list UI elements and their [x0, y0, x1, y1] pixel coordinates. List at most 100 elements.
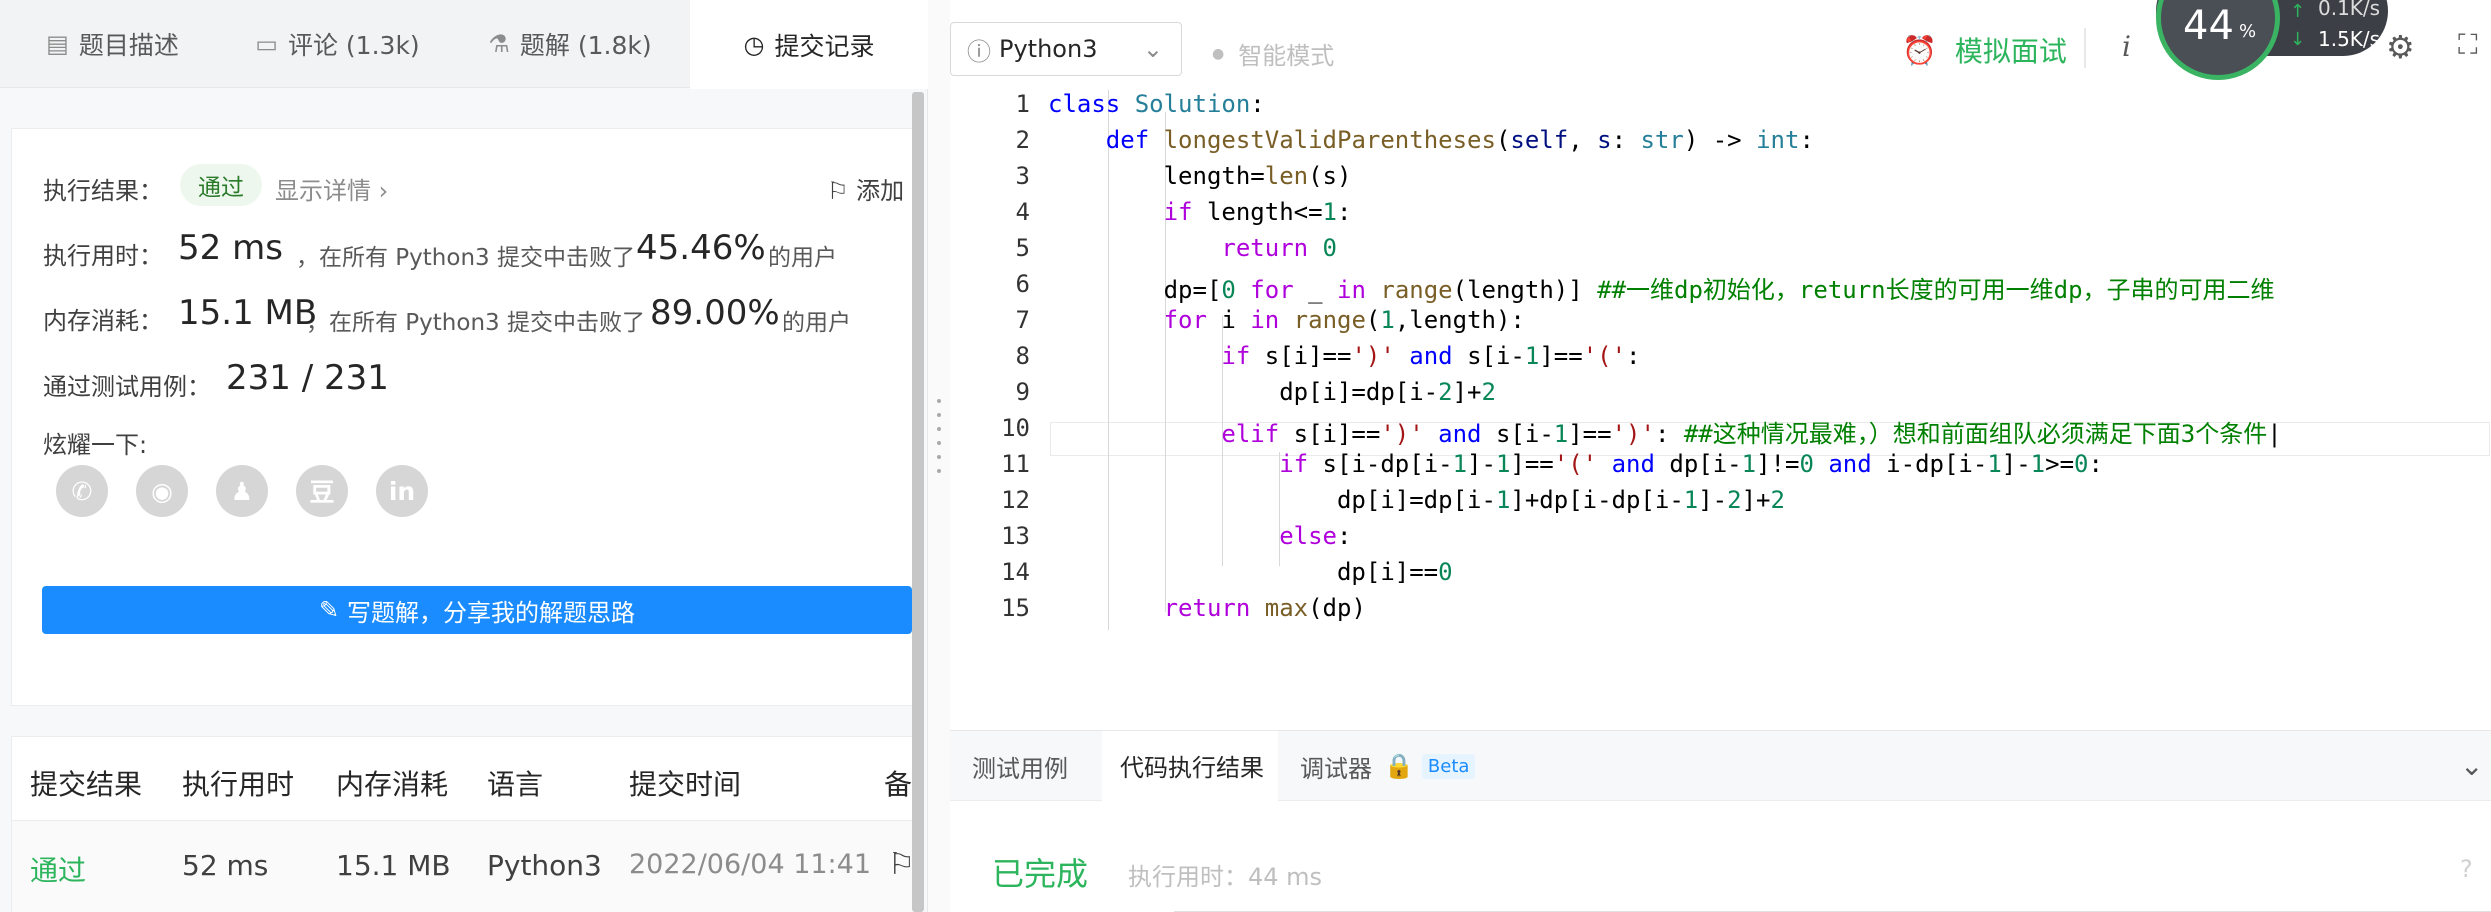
- line-number: 1: [1015, 90, 1030, 118]
- panel-splitter[interactable]: [928, 0, 950, 912]
- memory-value: 15.1 MB: [178, 293, 318, 333]
- alarm-clock-icon: ⏰: [1902, 33, 1937, 67]
- drag-handle-icon: [937, 399, 941, 473]
- row-result[interactable]: 通过: [30, 849, 86, 889]
- show-details-link[interactable]: 显示详情 ›: [275, 171, 388, 206]
- code-line: class Solution:: [1048, 90, 1265, 118]
- row-time: 52 ms: [182, 849, 269, 882]
- flag-icon: ⚐: [827, 177, 857, 205]
- exec-time-users: 的用户: [768, 245, 837, 271]
- write-solution-button[interactable]: ✎ 写题解，分享我的解题思路: [42, 586, 912, 634]
- mock-interview-button[interactable]: ⏰ 模拟面试: [1902, 30, 2067, 70]
- tab-description[interactable]: ▤ 题目描述: [0, 0, 225, 88]
- line-number: 10: [1001, 414, 1030, 442]
- help-icon[interactable]: ?: [2460, 855, 2473, 883]
- dot-icon: ●: [1212, 45, 1225, 62]
- lock-icon: 🔒: [1384, 752, 1414, 780]
- col-time: 执行用时: [182, 768, 295, 801]
- douban-icon[interactable]: 豆: [296, 465, 348, 517]
- collapse-chevron-icon[interactable]: ⌄: [2460, 749, 2483, 782]
- result-tabbar: 测试用例 代码执行结果 调试器 🔒 Beta ⌄: [950, 731, 2491, 801]
- line-number: 11: [1001, 450, 1030, 478]
- weibo-icon[interactable]: ◉: [136, 465, 188, 517]
- code-line: if length<=1:: [1163, 198, 1352, 226]
- editor-panel: ⓘ Python3 ⌄ ● 智能模式 ⏰ 模拟面试 i ⚙ ⛶ ↑ 0.1K/s ↓…: [950, 0, 2491, 912]
- smart-mode-toggle[interactable]: ● 智能模式: [1212, 36, 1334, 71]
- row-language: Python3: [487, 849, 602, 882]
- run-status: 已完成: [992, 855, 1089, 893]
- line-number: 3: [1015, 162, 1030, 190]
- memory-users: 的用户: [782, 310, 851, 336]
- line-number: 12: [1001, 486, 1030, 514]
- memory-percent: 89.00%: [650, 293, 780, 333]
- exec-time-percent: 45.46%: [636, 228, 766, 268]
- memory-label: 内存消耗：: [43, 307, 163, 335]
- col-submitted: 提交时间: [629, 768, 742, 801]
- line-number: 9: [1015, 378, 1030, 406]
- line-number: 14: [1001, 558, 1030, 586]
- tab-solutions[interactable]: ⚗ 题解 (1.8k): [450, 0, 690, 88]
- language-select[interactable]: ⓘ Python3 ⌄: [950, 22, 1182, 76]
- settings-icon[interactable]: ⚙: [2386, 28, 2415, 66]
- net-down: 1.5K/s: [2318, 27, 2381, 51]
- cpu-percent: 44: [2183, 3, 2234, 49]
- code-line: else:: [1279, 522, 1352, 550]
- table-row[interactable]: 通过 52 ms 15.1 MB Python3 2022/06/04 11:4…: [12, 821, 915, 912]
- code-line: dp=[0 for _ in range(length)] ##一维dp初始化，…: [1048, 276, 2275, 304]
- tests-label: 通过测试用例：: [43, 373, 211, 401]
- tab-run-result[interactable]: 代码执行结果: [1102, 731, 1278, 801]
- table-header: 提交结果 执行用时 内存消耗 语言 提交时间 备: [12, 737, 915, 821]
- add-note-button[interactable]: ⚐ 添加: [827, 171, 904, 206]
- clock-icon: ◷: [743, 30, 765, 59]
- tab-submissions[interactable]: ◷ 提交记录: [690, 0, 928, 89]
- exec-result-label: 执行结果：: [43, 177, 163, 205]
- line-number: 4: [1015, 198, 1030, 226]
- col-memory: 内存消耗: [336, 768, 449, 801]
- info-circle-icon: ⓘ: [967, 37, 991, 66]
- code-line: if s[i-dp[i-1]-1]=='(' and dp[i-1]!=0 an…: [1279, 450, 2103, 478]
- comment-icon: ▭: [255, 30, 278, 58]
- exec-time-value: 52 ms: [178, 228, 283, 268]
- code-line: return 0: [1221, 234, 1337, 262]
- row-submitted: 2022/06/04 11:41: [629, 849, 872, 880]
- line-number: 5: [1015, 234, 1030, 262]
- line-number: 2: [1015, 126, 1030, 154]
- tab-debugger[interactable]: 调试器 🔒 Beta: [1300, 731, 1476, 801]
- line-number: 13: [1001, 522, 1030, 550]
- fullscreen-icon[interactable]: ⛶: [2458, 28, 2478, 62]
- linkedin-icon[interactable]: in: [376, 465, 428, 517]
- left-tabbar: ▤ 题目描述 ▭ 评论 (1.3k) ⚗ 题解 (1.8k) ◷ 提交记录: [0, 0, 928, 89]
- pencil-icon: ✎: [318, 596, 340, 624]
- arrow-up-icon: ↑: [2290, 1, 2306, 22]
- info-icon[interactable]: i: [2122, 30, 2131, 63]
- memory-text: ，在所有 Python3 提交中击败了: [306, 310, 645, 336]
- code-line: dp[i]==0: [1048, 558, 1453, 586]
- percent-sign: %: [2239, 21, 2257, 42]
- code-editor[interactable]: 1 2 3 4 5 6 7 8 9 10 11 12 13 14 15 clas…: [950, 90, 2491, 730]
- cpu-gauge: 44 %: [2156, 0, 2280, 80]
- left-scrollbar[interactable]: [912, 92, 924, 912]
- tab-comments[interactable]: ▭ 评论 (1.3k): [225, 0, 450, 88]
- col-result: 提交结果: [30, 768, 143, 801]
- chevron-down-icon: ⌄: [1142, 35, 1163, 63]
- qq-icon[interactable]: ♟: [216, 465, 268, 517]
- status-badge: 通过: [180, 164, 262, 206]
- col-note: 备: [884, 768, 913, 801]
- wechat-icon[interactable]: ✆: [56, 465, 108, 517]
- code-line: length=len(s): [1048, 162, 1352, 190]
- col-language: 语言: [487, 768, 544, 801]
- exec-time-text: ，在所有 Python3 提交中击败了: [296, 245, 635, 271]
- flag-icon[interactable]: ⚐: [888, 847, 915, 882]
- result-panel: 测试用例 代码执行结果 调试器 🔒 Beta ⌄ 已完成 执行用时：44 ms …: [950, 730, 2491, 912]
- code-line: def longestValidParentheses(self, s: str…: [1105, 126, 1814, 154]
- code-line: for i in range(1,length):: [1163, 306, 1525, 334]
- code-line: dp[i]=dp[i-1]+dp[i-dp[i-1]-2]+2: [1048, 486, 1785, 514]
- line-number: 8: [1015, 342, 1030, 370]
- tab-testcase[interactable]: 测试用例: [972, 731, 1068, 801]
- line-number: 6: [1015, 270, 1030, 298]
- line-number: 15: [1001, 594, 1030, 622]
- code-line: dp[i]=dp[i-2]+2: [1048, 378, 1496, 406]
- description-icon: ▤: [46, 30, 69, 58]
- left-panel: ▤ 题目描述 ▭ 评论 (1.3k) ⚗ 题解 (1.8k) ◷ 提交记录 执行结果： …: [0, 0, 928, 912]
- row-memory: 15.1 MB: [336, 849, 451, 882]
